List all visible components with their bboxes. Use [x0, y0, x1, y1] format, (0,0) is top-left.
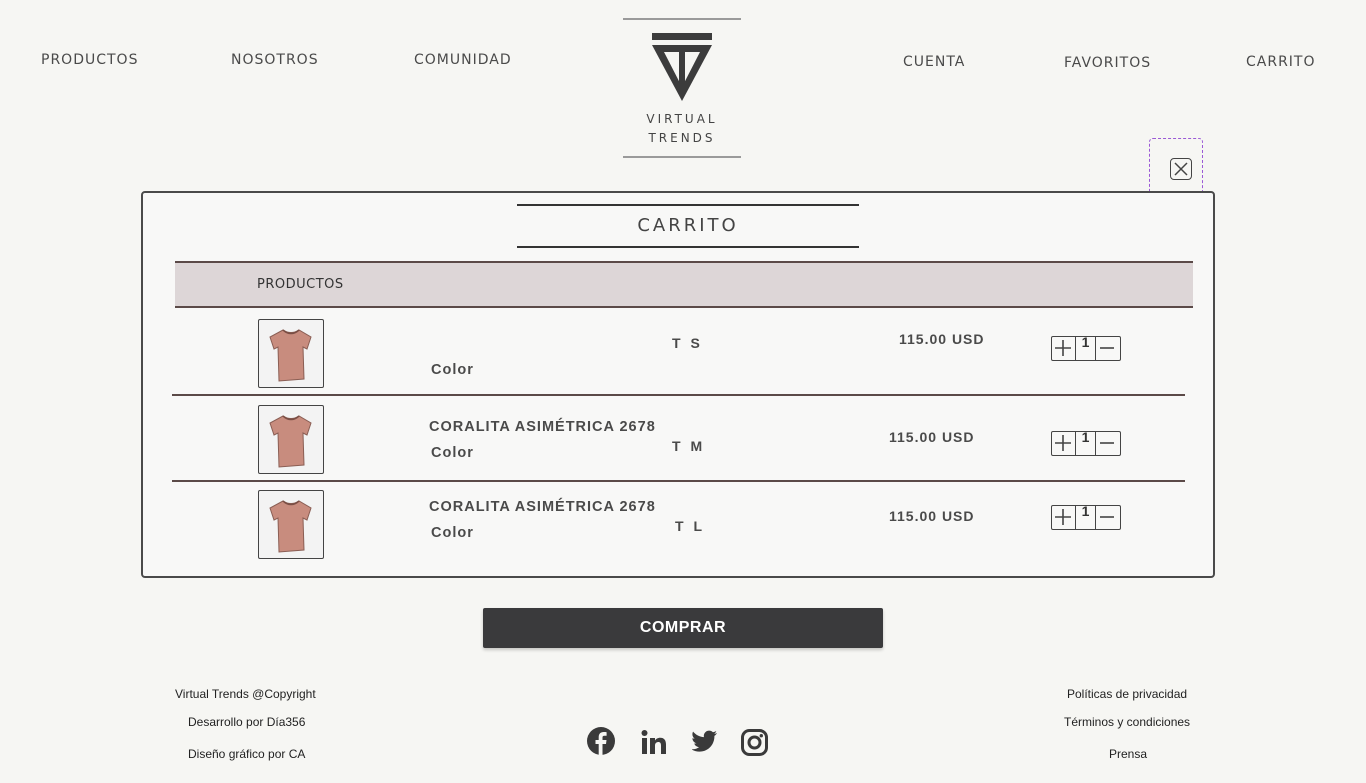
- instagram-icon[interactable]: [741, 729, 768, 761]
- buy-button[interactable]: COMPRAR: [483, 608, 883, 648]
- cart-title: CARRITO: [517, 204, 859, 248]
- footer-developer: Desarrollo por Día356: [188, 715, 306, 729]
- footer-copyright: Virtual Trends @Copyright: [175, 687, 316, 701]
- tshirt-image: [269, 415, 312, 468]
- product-price: 115.00 USD: [899, 331, 985, 347]
- product-thumbnail[interactable]: [258, 490, 324, 559]
- cart-panel: CARRITO PRODUCTOS Color T S 115.00 USD 1: [141, 191, 1215, 578]
- increment-button[interactable]: [1052, 337, 1075, 360]
- nav-nosotros[interactable]: NOSOTROS: [231, 52, 319, 68]
- footer-designer: Diseño gráfico por CA: [188, 747, 306, 761]
- nav-cuenta[interactable]: CUENTA: [903, 54, 965, 70]
- quantity-stepper: 1: [1051, 430, 1121, 456]
- decrement-button[interactable]: [1096, 432, 1119, 455]
- nav-carrito[interactable]: CARRITO: [1246, 54, 1316, 70]
- product-thumbnail[interactable]: [258, 405, 324, 474]
- product-price: 115.00 USD: [889, 429, 975, 445]
- plus-icon: [1055, 435, 1071, 451]
- increment-button[interactable]: [1052, 432, 1075, 455]
- quantity-value[interactable]: 1: [1075, 430, 1096, 455]
- nav-comunidad[interactable]: COMUNIDAD: [414, 52, 512, 68]
- minus-icon: [1100, 516, 1114, 518]
- decrement-button[interactable]: [1096, 337, 1119, 360]
- minus-icon: [1100, 347, 1114, 349]
- table-header: PRODUCTOS: [175, 261, 1193, 308]
- minus-icon: [1100, 442, 1114, 444]
- facebook-icon[interactable]: [587, 727, 615, 760]
- column-header-productos: PRODUCTOS: [257, 277, 344, 292]
- linkedin-icon[interactable]: [641, 729, 667, 760]
- brand-logo[interactable]: VIRTUAL TRENDS: [623, 18, 741, 158]
- cart-item-row: Color T S 115.00 USD 1: [172, 309, 1185, 396]
- nav-favoritos[interactable]: FAVORITOS: [1064, 55, 1151, 71]
- plus-icon: [1055, 509, 1071, 525]
- quantity-value[interactable]: 1: [1075, 504, 1096, 529]
- product-size: T L: [675, 518, 705, 534]
- quantity-stepper: 1: [1051, 504, 1121, 530]
- footer-press-link[interactable]: Prensa: [1109, 747, 1147, 761]
- product-size: T S: [672, 335, 703, 351]
- quantity-value[interactable]: 1: [1075, 335, 1096, 360]
- cart-item-row: CORALITA ASIMÉTRICA 2678 Color T M 115.0…: [172, 396, 1185, 482]
- product-name: CORALITA ASIMÉTRICA 2678: [429, 499, 656, 515]
- logo-mark-icon: [652, 33, 712, 101]
- plus-icon: [1055, 340, 1071, 356]
- footer-terms-link[interactable]: Términos y condiciones: [1064, 715, 1190, 729]
- close-icon[interactable]: [1170, 158, 1192, 180]
- increment-button[interactable]: [1052, 506, 1075, 529]
- decrement-button[interactable]: [1096, 506, 1119, 529]
- nav-productos[interactable]: PRODUCTOS: [41, 52, 138, 68]
- product-size: T M: [672, 438, 706, 454]
- logo-text-virtual: VIRTUAL: [646, 112, 718, 126]
- tshirt-image: [269, 329, 312, 382]
- twitter-icon[interactable]: [691, 730, 718, 759]
- quantity-stepper: 1: [1051, 335, 1121, 361]
- product-price: 115.00 USD: [889, 508, 975, 524]
- product-thumbnail[interactable]: [258, 319, 324, 388]
- tshirt-image: [269, 500, 312, 553]
- cart-item-row: CORALITA ASIMÉTRICA 2678 Color T L 115.0…: [172, 482, 1185, 568]
- product-color-label: Color: [431, 445, 474, 461]
- footer-privacy-link[interactable]: Políticas de privacidad: [1067, 687, 1187, 701]
- product-color-label: Color: [431, 525, 474, 541]
- product-color-label: Color: [431, 362, 474, 378]
- product-name: CORALITA ASIMÉTRICA 2678: [429, 419, 656, 435]
- logo-text-trends: TRENDS: [648, 131, 716, 145]
